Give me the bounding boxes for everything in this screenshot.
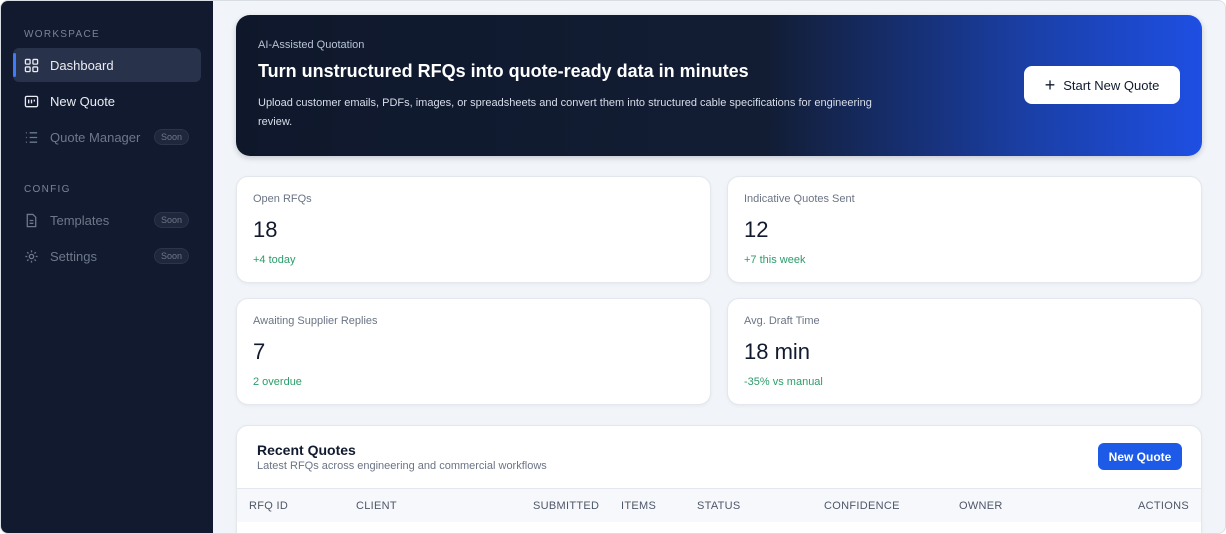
soon-badge: Soon <box>153 129 189 145</box>
hero-banner: AI-Assisted Quotation Turn unstructured … <box>236 15 1202 156</box>
sidebar-item-label: Settings <box>50 248 97 264</box>
soon-badge: Soon <box>153 212 189 228</box>
sidebar-item-settings[interactable]: Settings Soon <box>13 239 201 273</box>
stat-delta: +7 this week <box>744 254 806 266</box>
list-icon <box>24 130 39 145</box>
table-header: RFQ ID CLIENT SUBMITTED ITEMS STATUS CON… <box>237 488 1201 522</box>
stat-label: Indicative Quotes Sent <box>744 193 855 205</box>
stat-card-avg-draft-time: Avg. Draft Time 18 min -35% vs manual <box>727 298 1202 405</box>
column-header-client[interactable]: CLIENT <box>356 500 397 512</box>
stat-label: Avg. Draft Time <box>744 315 820 327</box>
column-header-items[interactable]: ITEMS <box>621 500 656 512</box>
start-new-quote-button[interactable]: + Start New Quote <box>1024 66 1180 104</box>
new-quote-button[interactable]: New Quote <box>1098 443 1182 470</box>
recent-quotes-title: Recent Quotes <box>257 442 356 458</box>
column-header-status[interactable]: STATUS <box>697 500 741 512</box>
stat-value: 12 <box>744 217 769 242</box>
sidebar: WORKSPACE Dashboard New Quote Quote Mana… <box>1 1 213 533</box>
sidebar-item-label: Dashboard <box>50 57 114 73</box>
stat-card-awaiting-replies: Awaiting Supplier Replies 7 2 overdue <box>236 298 711 405</box>
document-icon <box>24 213 39 228</box>
grid-icon <box>24 58 39 73</box>
sidebar-item-label: Quote Manager <box>50 129 141 145</box>
recent-quotes-subtitle: Latest RFQs across engineering and comme… <box>257 460 547 472</box>
sidebar-item-new-quote[interactable]: New Quote <box>13 84 201 118</box>
stat-value: 18 min <box>744 339 811 364</box>
sidebar-item-label: New Quote <box>50 93 116 109</box>
table-row[interactable] <box>237 522 1201 533</box>
column-header-confidence[interactable]: CONFIDENCE <box>824 500 900 512</box>
stat-delta: -35% vs manual <box>744 376 823 388</box>
sidebar-item-label: Templates <box>50 212 110 228</box>
column-header-owner[interactable]: OWNER <box>959 500 1003 512</box>
soon-badge: Soon <box>153 248 189 264</box>
inbox-icon <box>24 94 39 109</box>
column-header-actions[interactable]: ACTIONS <box>1138 500 1189 512</box>
stat-delta: 2 overdue <box>253 376 302 388</box>
sidebar-item-templates[interactable]: Templates Soon <box>13 203 201 237</box>
sidebar-item-quote-manager[interactable]: Quote Manager Soon <box>13 120 201 154</box>
sidebar-section-config: CONFIG <box>24 184 71 195</box>
gear-icon <box>24 249 39 264</box>
column-header-rfq-id[interactable]: RFQ ID <box>249 500 288 512</box>
stat-card-indicative-quotes: Indicative Quotes Sent 12 +7 this week <box>727 176 1202 283</box>
start-new-quote-label: Start New Quote <box>1063 77 1160 93</box>
recent-quotes-card: Recent Quotes Latest RFQs across enginee… <box>236 425 1202 533</box>
plus-icon: + <box>1044 75 1056 95</box>
app-window: WORKSPACE Dashboard New Quote Quote Mana… <box>0 0 1226 534</box>
hero-description: Upload customer emails, PDFs, images, or… <box>258 97 872 128</box>
sidebar-section-workspace: WORKSPACE <box>24 29 100 40</box>
stat-delta: +4 today <box>253 254 296 266</box>
stat-label: Awaiting Supplier Replies <box>253 315 378 327</box>
stat-value: 18 <box>253 217 278 242</box>
column-header-submitted[interactable]: SUBMITTED <box>533 500 599 512</box>
sidebar-item-dashboard[interactable]: Dashboard <box>13 48 201 82</box>
stat-card-open-rfqs: Open RFQs 18 +4 today <box>236 176 711 283</box>
main-content: AI-Assisted Quotation Turn unstructured … <box>213 1 1225 533</box>
stat-label: Open RFQs <box>253 193 312 205</box>
hero-eyebrow: AI-Assisted Quotation <box>258 39 365 51</box>
stat-value: 7 <box>253 339 266 364</box>
